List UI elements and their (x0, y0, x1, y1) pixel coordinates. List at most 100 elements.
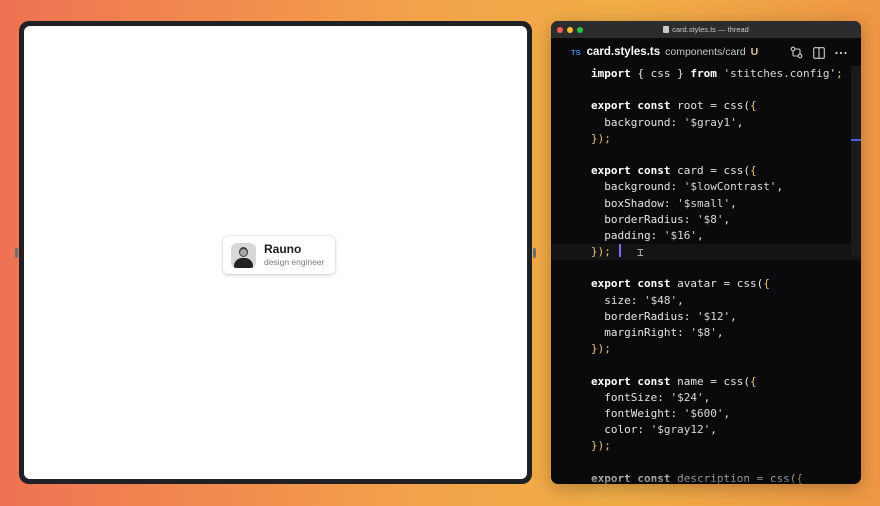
code-token: }); (591, 342, 611, 356)
window-title-text: card.styles.ts — thread (672, 25, 749, 34)
code-token: export const (591, 99, 671, 113)
code-line[interactable] (551, 82, 861, 98)
code-line[interactable]: export const card = css({ (551, 163, 861, 179)
code-token: '$gray1' (683, 115, 737, 129)
code-token: }); (591, 439, 611, 453)
code-line[interactable]: boxShadow: '$small', (551, 196, 861, 212)
avatar-body (234, 257, 253, 268)
right-resize-handle[interactable] (533, 247, 536, 258)
code-token: import (591, 67, 631, 80)
code-token: color: (591, 423, 651, 437)
code-line[interactable]: }); (551, 341, 861, 357)
window-title: card.styles.ts — thread (551, 25, 861, 34)
code-token: '$12' (696, 309, 731, 323)
code-token: , (730, 309, 737, 323)
code-line[interactable] (551, 357, 861, 373)
code-token: , (776, 180, 784, 194)
code-token: boxShadow: (591, 196, 678, 210)
code-token: { css } (630, 67, 691, 80)
code-token: , (716, 326, 724, 339)
code-line[interactable]: background: '$lowContrast', (551, 179, 861, 195)
split-editor-icon[interactable] (813, 46, 825, 59)
code-token: marginRight: (591, 326, 691, 339)
code-line[interactable]: fontSize: '$24', (551, 390, 861, 406)
editor-tab-bar: TS card.styles.ts components/card U (551, 38, 861, 66)
code-token: ; (836, 67, 843, 80)
code-token: { (749, 99, 757, 113)
code-token: { (749, 374, 757, 388)
card-name: Rauno (264, 241, 302, 256)
code-line[interactable]: export const avatar = css({ (551, 276, 861, 292)
code-token: { (749, 164, 757, 178)
code-line[interactable]: marginRight: '$8', (551, 325, 861, 341)
code-line[interactable] (551, 147, 861, 163)
code-token: background: (591, 115, 684, 129)
profile-card: Rauno design engineer (223, 236, 335, 274)
code-line[interactable]: color: '$gray12', (551, 422, 861, 438)
code-token: '$small' (677, 196, 731, 210)
code-token: borderRadius: (591, 309, 697, 323)
code-line[interactable]: background: '$gray1', (551, 115, 861, 131)
file-icon (663, 26, 670, 33)
code-line[interactable]: padding: '$16', (551, 228, 861, 244)
code-token: , (677, 293, 684, 307)
card-text: Rauno design engineer (264, 241, 325, 268)
tab-actions (790, 46, 847, 59)
code-token: from (690, 67, 717, 80)
code-token: '$48' (643, 293, 678, 307)
preview-window: Rauno design engineer (15, 21, 536, 484)
code-line[interactable]: export const root = css({ (551, 98, 861, 114)
text-cursor (618, 244, 621, 258)
code-token: fontWeight: (591, 406, 684, 420)
code-line[interactable]: }); (551, 131, 861, 147)
code-token: name = css( (670, 374, 750, 388)
code-token: borderRadius: (591, 212, 697, 226)
source-control-icon[interactable] (790, 46, 803, 59)
code-token: export const (591, 164, 671, 178)
code-token: padding: (591, 228, 664, 242)
code-line[interactable]: size: '$48', (551, 293, 861, 309)
code-line[interactable]: }); (551, 438, 861, 454)
code-token: '$16' (663, 228, 697, 242)
code-token: root = css( (670, 99, 750, 113)
code-token: '$8' (696, 212, 724, 226)
code-line[interactable]: }); ⌶ (551, 244, 861, 261)
code-token: fontSize: (591, 390, 671, 404)
untracked-status-badge: U (750, 46, 759, 58)
avatar-face (240, 248, 247, 256)
title-bar: card.styles.ts — thread (551, 21, 861, 38)
tab-file-path: components/card (665, 46, 746, 58)
code-token: '$600' (683, 406, 724, 420)
card-description: design engineer (264, 256, 325, 267)
code-token: avatar = css( (670, 277, 764, 291)
avatar (231, 242, 256, 268)
code-token: export const (591, 277, 671, 291)
code-line[interactable]: fontWeight: '$600', (551, 406, 861, 422)
code-area[interactable]: import { css } from 'stitches.config'; ex… (551, 66, 861, 484)
code-line[interactable]: borderRadius: '$8', (551, 212, 861, 228)
code-token: card = css( (670, 164, 750, 178)
code-token: '$24' (670, 390, 704, 404)
code-line[interactable]: export const name = css({ (551, 374, 861, 390)
code-token: '$8' (690, 326, 717, 339)
tab-file-name[interactable]: card.styles.ts (587, 46, 661, 58)
code-line[interactable] (551, 260, 861, 276)
code-token: , (736, 115, 744, 129)
left-resize-handle[interactable] (15, 247, 18, 258)
code-token: '$gray12' (650, 423, 711, 437)
preview-canvas: Rauno design engineer (24, 26, 527, 479)
code-token: }); (591, 131, 611, 145)
more-icon[interactable] (835, 51, 847, 55)
code-line[interactable]: import { css } from 'stitches.config'; (551, 66, 861, 82)
minimap-scrollbar[interactable] (851, 66, 861, 256)
code-line[interactable]: borderRadius: '$12', (551, 309, 861, 325)
scroll-position-marker (851, 139, 861, 141)
code-token: '$lowContrast' (683, 180, 777, 194)
code-token: 'stitches.config' (716, 67, 837, 80)
typescript-file-icon: TS (571, 47, 581, 57)
bottom-fade (591, 468, 851, 484)
code-token: , (723, 406, 731, 420)
code-token: size: (591, 293, 644, 307)
code-token: , (723, 212, 731, 226)
code-token: background: (591, 180, 684, 194)
